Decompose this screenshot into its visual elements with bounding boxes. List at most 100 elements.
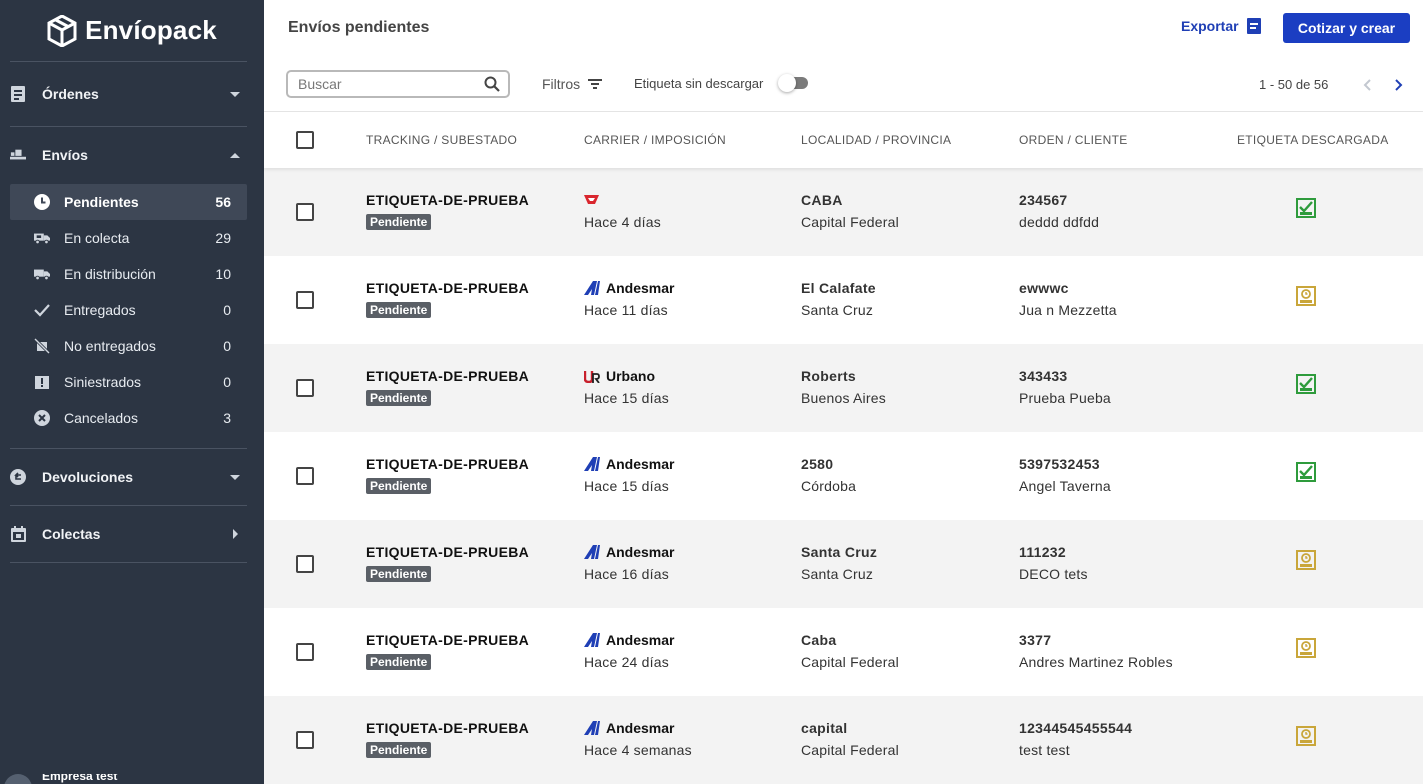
sidebar-item-siniestrados[interactable]: Siniestrados 0 xyxy=(10,364,247,400)
tracking-code[interactable]: ETIQUETA-DE-PRUEBA xyxy=(366,280,529,296)
shipping-icon xyxy=(10,147,26,163)
cotizar-y-crear-button[interactable]: Cotizar y crear xyxy=(1283,13,1410,43)
select-all-checkbox[interactable] xyxy=(296,131,314,149)
table-row[interactable]: ETIQUETA-DE-PRUEBA Pendiente Andesmar Ha… xyxy=(264,696,1423,784)
order-number[interactable]: 111232 xyxy=(1019,544,1088,560)
sidebar-section-label: Órdenes xyxy=(42,86,99,102)
tracking-code[interactable]: ETIQUETA-DE-PRUEBA xyxy=(366,192,529,208)
sidebar-section-label: Colectas xyxy=(42,526,101,542)
urbano-logo-icon xyxy=(584,371,600,383)
table-row[interactable]: ETIQUETA-DE-PRUEBA Pendiente Andesmar Ha… xyxy=(264,608,1423,696)
tracking-cell: ETIQUETA-DE-PRUEBA Pendiente xyxy=(366,720,529,759)
client-name: test test xyxy=(1019,742,1070,758)
sidebar-item-label: Entregados xyxy=(64,302,136,318)
column-header[interactable]: TRACKING / SUBESTADO xyxy=(366,133,517,147)
label-pending-icon[interactable] xyxy=(1296,286,1316,306)
brand[interactable]: Envíopack xyxy=(0,0,264,61)
search-box[interactable] xyxy=(286,70,510,98)
company-switcher[interactable]: Empresa test xyxy=(0,774,264,784)
carrier-name: Andesmar xyxy=(606,544,675,560)
sidebar-item-entregados[interactable]: Entregados 0 xyxy=(10,292,247,328)
column-header[interactable]: ORDEN / CLIENTE xyxy=(1019,133,1128,147)
label-downloaded-icon[interactable] xyxy=(1296,198,1316,218)
sidebar-separator xyxy=(10,562,247,563)
row-checkbox[interactable] xyxy=(296,643,314,661)
row-checkbox[interactable] xyxy=(296,291,314,309)
sidebar-item-pendientes[interactable]: Pendientes 56 xyxy=(10,184,247,220)
box-cross-icon xyxy=(34,338,50,354)
tracking-code[interactable]: ETIQUETA-DE-PRUEBA xyxy=(366,720,529,736)
filters-label: Filtros xyxy=(542,76,581,92)
column-header[interactable]: ETIQUETA DESCARGADA xyxy=(1237,133,1389,147)
sidebar-section-ordenes[interactable]: Órdenes xyxy=(0,62,264,126)
tracking-code[interactable]: ETIQUETA-DE-PRUEBA xyxy=(366,456,529,472)
client-name: Andres Martinez Robles xyxy=(1019,654,1173,670)
tracking-cell: ETIQUETA-DE-PRUEBA Pendiente xyxy=(366,192,529,231)
main-content: Envíos pendientes Exportar Cotizar y cre… xyxy=(264,0,1423,784)
carrier-cell: Urbano Hace 15 días xyxy=(584,368,669,406)
table-row[interactable]: ETIQUETA-DE-PRUEBA Pendiente Hace 4 días… xyxy=(264,168,1423,256)
carrier-name: Andesmar xyxy=(606,632,675,648)
check-icon xyxy=(34,302,50,318)
label-pending-icon[interactable] xyxy=(1296,550,1316,570)
sidebar-section-envios[interactable]: Envíos xyxy=(0,127,264,183)
row-checkbox[interactable] xyxy=(296,203,314,221)
table-row[interactable]: ETIQUETA-DE-PRUEBA Pendiente Urbano Hace… xyxy=(264,344,1423,432)
sidebar-item-no-entregados[interactable]: No entregados 0 xyxy=(10,328,247,364)
client-name: Jua n Mezzetta xyxy=(1019,302,1117,318)
sidebar-item-label: Siniestrados xyxy=(64,374,142,390)
sidebar-item-cancelados[interactable]: Cancelados 3 xyxy=(10,400,247,436)
client-name: deddd ddfdd xyxy=(1019,214,1100,230)
label-downloaded-icon[interactable] xyxy=(1296,374,1316,394)
red-carrier-logo-icon xyxy=(584,195,599,204)
order-number[interactable]: 3377 xyxy=(1019,632,1173,648)
order-number[interactable]: 5397532453 xyxy=(1019,456,1111,472)
table-row[interactable]: ETIQUETA-DE-PRUEBA Pendiente Andesmar Ha… xyxy=(264,432,1423,520)
chevron-right-icon xyxy=(233,529,238,539)
imposition-time: Hace 4 días xyxy=(584,214,661,230)
status-badge: Pendiente xyxy=(366,742,432,758)
row-checkbox[interactable] xyxy=(296,555,314,573)
label-pending-icon[interactable] xyxy=(1296,638,1316,658)
sidebar-item-en-distribucion[interactable]: En distribución 10 xyxy=(10,256,247,292)
order-number[interactable]: ewwwc xyxy=(1019,280,1117,296)
province: Capital Federal xyxy=(801,214,899,230)
sidebar-item-en-colecta[interactable]: En colecta 29 xyxy=(10,220,247,256)
tracking-code[interactable]: ETIQUETA-DE-PRUEBA xyxy=(366,544,529,560)
tracking-cell: ETIQUETA-DE-PRUEBA Pendiente xyxy=(366,544,529,583)
tracking-cell: ETIQUETA-DE-PRUEBA Pendiente xyxy=(366,632,529,671)
sidebar-item-count: 0 xyxy=(223,302,231,318)
column-header[interactable]: CARRIER / IMPOSICIÓN xyxy=(584,133,726,147)
etiqueta-sin-descargar-toggle[interactable] xyxy=(778,74,808,92)
order-number[interactable]: 343433 xyxy=(1019,368,1111,384)
sidebar-item-label: Pendientes xyxy=(64,194,139,210)
location-cell: Caba Capital Federal xyxy=(801,632,899,670)
filters-button[interactable]: Filtros xyxy=(542,76,603,92)
order-cell: 111232 DECO tets xyxy=(1019,544,1088,582)
chevron-left-icon[interactable] xyxy=(1360,77,1376,93)
export-button[interactable]: Exportar xyxy=(1181,18,1261,34)
province: Capital Federal xyxy=(801,654,899,670)
sidebar-item-label: En colecta xyxy=(64,230,130,246)
sidebar-section-devoluciones[interactable]: Devoluciones xyxy=(0,449,264,505)
order-number[interactable]: 234567 xyxy=(1019,192,1099,208)
sidebar-item-count: 10 xyxy=(215,266,231,282)
label-downloaded-icon[interactable] xyxy=(1296,462,1316,482)
order-number[interactable]: 12344545455544 xyxy=(1019,720,1132,736)
locality: Santa Cruz xyxy=(801,544,878,560)
clock-icon xyxy=(34,194,50,210)
sidebar-section-colectas[interactable]: Colectas xyxy=(0,506,264,562)
column-header[interactable]: LOCALIDAD / PROVINCIA xyxy=(801,133,951,147)
chevron-right-icon[interactable] xyxy=(1390,77,1406,93)
row-checkbox[interactable] xyxy=(296,731,314,749)
carrier-cell: Andesmar Hace 15 días xyxy=(584,456,674,494)
table-row[interactable]: ETIQUETA-DE-PRUEBA Pendiente Andesmar Ha… xyxy=(264,520,1423,608)
label-pending-icon[interactable] xyxy=(1296,726,1316,746)
row-checkbox[interactable] xyxy=(296,379,314,397)
tracking-code[interactable]: ETIQUETA-DE-PRUEBA xyxy=(366,632,529,648)
row-checkbox[interactable] xyxy=(296,467,314,485)
search-input[interactable] xyxy=(298,76,484,92)
table-row[interactable]: ETIQUETA-DE-PRUEBA Pendiente Andesmar Ha… xyxy=(264,256,1423,344)
search-icon[interactable] xyxy=(484,76,500,92)
tracking-code[interactable]: ETIQUETA-DE-PRUEBA xyxy=(366,368,529,384)
